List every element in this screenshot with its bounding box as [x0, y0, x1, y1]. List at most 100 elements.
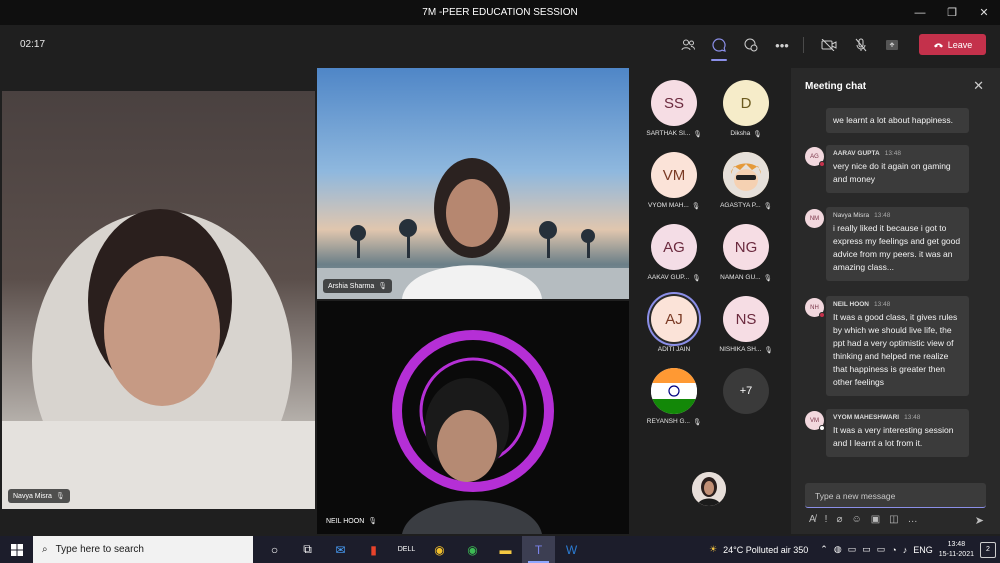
sticker-icon[interactable]: ◫	[889, 514, 898, 525]
avatar: NM	[805, 209, 824, 228]
participant-video	[2, 209, 315, 509]
windows-start-icon[interactable]	[0, 543, 33, 556]
participant-card[interactable]: SS SARTHAK SI... 🎙	[639, 80, 709, 150]
chat-icon[interactable]	[709, 35, 729, 61]
mic-off-icon: 🎙	[764, 347, 773, 354]
toolbar-divider	[803, 37, 804, 53]
mic-off-icon[interactable]	[851, 35, 871, 55]
message-time: 13:48	[884, 150, 901, 157]
participant-name: ADITI JAIN	[657, 346, 691, 353]
participant-card[interactable]: VM VYOM MAH... 🎙	[639, 152, 709, 222]
taskbar-search-box[interactable]: ⌕ Type here to search	[33, 536, 253, 563]
important-icon[interactable]: !	[825, 514, 828, 525]
participant-card[interactable]: NG NAMAN GU... 🎙	[711, 224, 781, 294]
dell-icon[interactable]: DELL	[390, 536, 423, 563]
participant-name-row: AAKAV GUP... 🎙	[639, 274, 709, 282]
message-header: Navya Misra 13:48	[833, 212, 962, 219]
mail-icon[interactable]: ✉	[324, 536, 357, 563]
word-icon[interactable]: W	[555, 536, 588, 563]
send-icon[interactable]: ➤	[975, 514, 984, 527]
name-tag: NEIL HOON 🎙	[321, 514, 382, 528]
tray-app-icon[interactable]: ▭	[848, 544, 857, 555]
more-icon[interactable]: •••	[772, 35, 792, 55]
tray-app-icon[interactable]: ▭	[862, 544, 871, 555]
participant-video	[392, 330, 554, 534]
cartoon-avatar-icon	[723, 152, 769, 198]
more-count: +7	[723, 368, 769, 414]
participant-card[interactable]: D Diksha 🎙	[711, 80, 781, 150]
avatar: NG	[723, 224, 769, 270]
participants-icon[interactable]	[678, 35, 698, 55]
minimize-icon[interactable]: —	[904, 0, 936, 25]
video-tile-navya[interactable]: Navya Misra 🎙	[2, 91, 315, 509]
leave-label: Leave	[947, 39, 973, 50]
teams-icon[interactable]: T	[522, 536, 555, 563]
participant-card[interactable]: NS NISHIKA SH... 🎙	[711, 296, 781, 366]
office-icon[interactable]: ▮	[357, 536, 390, 563]
cortana-icon[interactable]: ○	[258, 536, 291, 563]
share-icon[interactable]	[882, 35, 902, 55]
format-icon[interactable]: A̸	[809, 514, 816, 525]
participant-name: AGASTYA P...	[720, 202, 761, 209]
close-icon[interactable]: ✕	[973, 78, 984, 94]
self-avatar[interactable]	[692, 472, 726, 506]
more-participants-button[interactable]: +7	[711, 368, 781, 438]
meeting-toolbar: 02:17 •••	[0, 25, 1000, 65]
network-icon[interactable]: ◔	[891, 545, 896, 555]
weather-text[interactable]: 24°C Polluted air 350	[723, 545, 808, 555]
gif-icon[interactable]: ▣	[871, 514, 880, 525]
language-indicator[interactable]: ENG	[913, 545, 933, 555]
participant-card[interactable]: REYANSH G... 🎙	[639, 368, 709, 438]
notifications-icon[interactable]: 2	[980, 541, 996, 558]
participant-name: NAMAN GU...	[720, 274, 761, 281]
mic-off-icon: 🎙	[55, 493, 65, 500]
message-header: NEIL HOON 13:48	[833, 301, 962, 308]
search-icon: ⌕	[42, 544, 48, 555]
chat-title: Meeting chat	[805, 81, 867, 92]
message-input-placeholder: Type a new message	[815, 491, 896, 501]
message-text: we learnt a lot about happiness.	[833, 115, 954, 125]
camera-off-icon[interactable]	[819, 35, 839, 55]
emoji-icon[interactable]: ☺	[851, 514, 861, 525]
message-author: NEIL HOON	[833, 301, 869, 308]
participant-name-row: AGASTYA P... 🎙	[711, 202, 781, 210]
tray-chevron-icon[interactable]: ⌃	[820, 544, 828, 555]
participant-card[interactable]: AGASTYA P... 🎙	[711, 152, 781, 222]
participant-card[interactable]: AJ ADITI JAIN	[639, 296, 709, 366]
participant-name-row: NISHIKA SH... 🎙	[711, 346, 781, 354]
notification-count: 2	[986, 546, 990, 553]
attach-icon[interactable]: ⌀	[836, 514, 842, 525]
weather-icon: ☀	[709, 544, 718, 554]
message-bubble: AARAV GUPTA 13:48 very nice do it again o…	[826, 145, 969, 193]
participant-name-row: REYANSH G... 🎙	[639, 418, 709, 426]
mic-off-icon: 🎙	[691, 203, 701, 210]
participant-name-row: ADITI JAIN	[639, 346, 709, 353]
mic-off-icon: 🎙	[692, 275, 701, 282]
avatar-initials: VM	[810, 417, 819, 424]
close-window-icon[interactable]: ✕	[968, 0, 1000, 25]
more-options-icon[interactable]: …	[908, 514, 918, 525]
chrome-icon[interactable]: ◉	[423, 536, 456, 563]
video-tile-arshia[interactable]: Arshia Sharma 🎙	[317, 68, 629, 299]
video-tile-neil[interactable]: NEIL HOON 🎙	[317, 301, 629, 534]
message-input[interactable]: Type a new message	[805, 483, 986, 508]
maximize-icon[interactable]: ❐	[936, 0, 968, 25]
battery-icon[interactable]: ▭	[877, 544, 886, 555]
tray-app-icon[interactable]: ◍	[834, 544, 842, 555]
participant-name-row: SARTHAK SI... 🎙	[639, 130, 709, 138]
window-title: 7M -PEER EDUCATION SESSION	[422, 7, 578, 18]
taskbar-clock[interactable]: 13:48 15-11-2021	[939, 540, 974, 560]
task-view-icon[interactable]: ⧉	[291, 536, 324, 563]
message-header: AARAV GUPTA 13:48	[833, 150, 962, 157]
reactions-icon[interactable]	[741, 35, 761, 55]
participant-card[interactable]: AG AAKAV GUP... 🎙	[639, 224, 709, 294]
file-explorer-icon[interactable]: ▬	[489, 536, 522, 563]
mic-off-icon: 🎙	[378, 283, 388, 290]
message-time: 13:48	[874, 212, 891, 219]
participants-grid: SS SARTHAK SI... 🎙 D Diksha 🎙 VM VYOM MAH.…	[631, 68, 789, 534]
volume-icon[interactable]: ♪	[903, 545, 908, 555]
chrome-profile-icon[interactable]: ◉	[456, 536, 489, 563]
participant-name-row: Diksha 🎙	[711, 130, 781, 138]
participant-name: NEIL HOON	[326, 517, 365, 525]
leave-button[interactable]: Leave	[919, 34, 986, 55]
